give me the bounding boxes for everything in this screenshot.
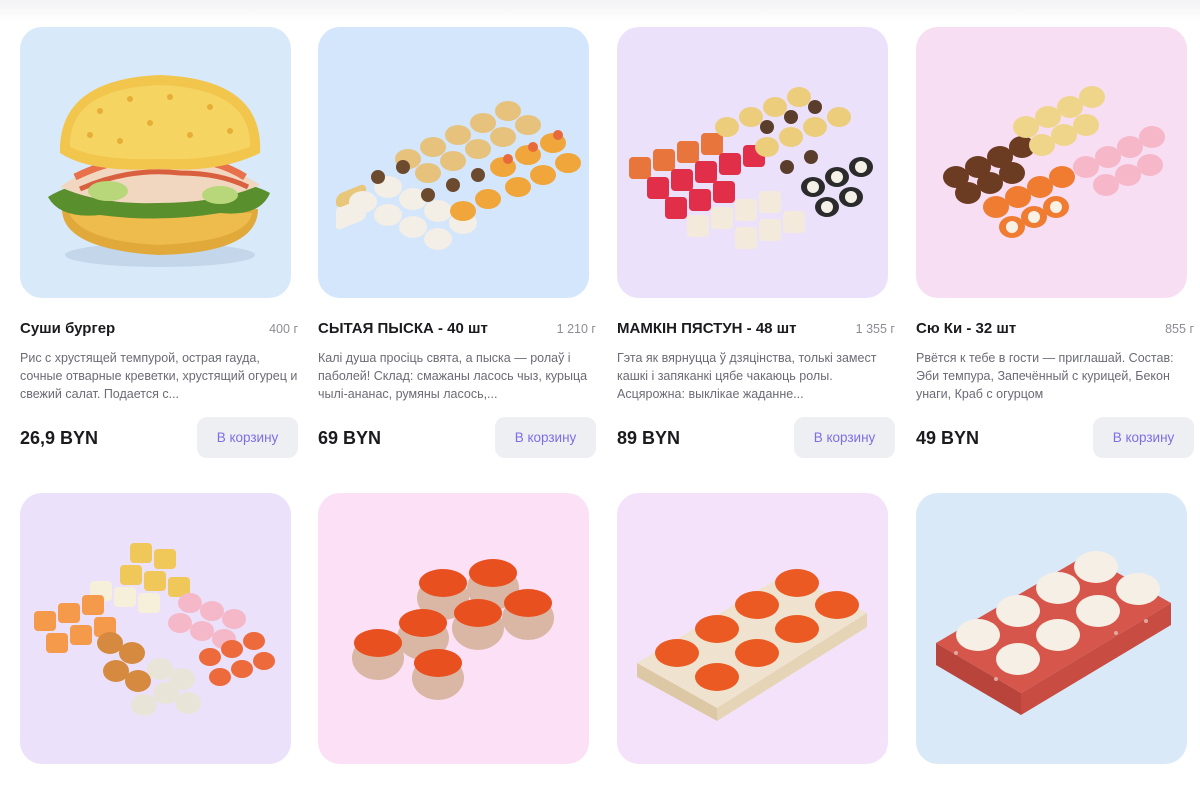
cream-rolls-image: [916, 493, 1187, 764]
sushi-set-image: [318, 27, 589, 298]
product-description: Гэта як вярнуцца ў дзяцінства, толькі за…: [617, 351, 877, 401]
product-title[interactable]: СЫТАЯ ПЫСКА - 40 шт: [318, 320, 488, 337]
product-weight: 1 210 г: [556, 322, 596, 336]
sushi-set-image: [916, 27, 1187, 298]
product-image[interactable]: [916, 27, 1187, 298]
card-title-row: Сю Ки - 32 шт 855 г: [916, 320, 1194, 340]
add-to-cart-button[interactable]: В корзину: [1093, 417, 1194, 458]
card-title-row: СЫТАЯ ПЫСКА - 40 шт 1 210 г: [318, 320, 596, 340]
product-title[interactable]: Сю Ки - 32 шт: [916, 320, 1016, 337]
product-weight: 1 355 г: [855, 322, 895, 336]
product-image[interactable]: [20, 27, 291, 298]
product-price: 69 BYN: [318, 428, 382, 448]
product-title[interactable]: Суши бургер: [20, 320, 115, 337]
product-description: Калі душа просіць свята, а пыска — ролаў…: [318, 351, 588, 401]
sushi-set-image: [617, 27, 888, 298]
product-price: 49 BYN: [916, 428, 980, 448]
product-description: Рвётся к тебе в гости — приглашай. Соста…: [916, 351, 1174, 401]
product-image[interactable]: [318, 493, 589, 764]
product-image[interactable]: [20, 493, 291, 764]
product-weight: 855 г: [1165, 322, 1194, 336]
product-title[interactable]: МАМКІН ПЯСТУН - 48 шт: [617, 320, 797, 337]
sushi-burger-image: [20, 27, 291, 298]
product-price: 26,9 BYN: [20, 428, 99, 448]
card-title-row: Суши бургер 400 г: [20, 320, 298, 340]
product-description: Рис с хрустящей темпурой, острая гауда, …: [20, 351, 298, 401]
product-weight: 400 г: [269, 322, 298, 336]
product-price: 89 BYN: [617, 428, 681, 448]
product-grid: Суши бургер 400 г Рис с хрустящей темпур…: [0, 0, 1200, 800]
card-title-row: МАМКІН ПЯСТУН - 48 шт 1 355 г: [617, 320, 895, 340]
spicy-rolls-image: [318, 493, 589, 764]
product-image[interactable]: [617, 493, 888, 764]
sushi-set-image: [20, 493, 291, 764]
product-image[interactable]: [318, 27, 589, 298]
spicy-rolls-image: [617, 493, 888, 764]
add-to-cart-button[interactable]: В корзину: [495, 417, 596, 458]
product-image[interactable]: [916, 493, 1187, 764]
product-image[interactable]: [617, 27, 888, 298]
add-to-cart-button[interactable]: В корзину: [794, 417, 895, 458]
add-to-cart-button[interactable]: В корзину: [197, 417, 298, 458]
